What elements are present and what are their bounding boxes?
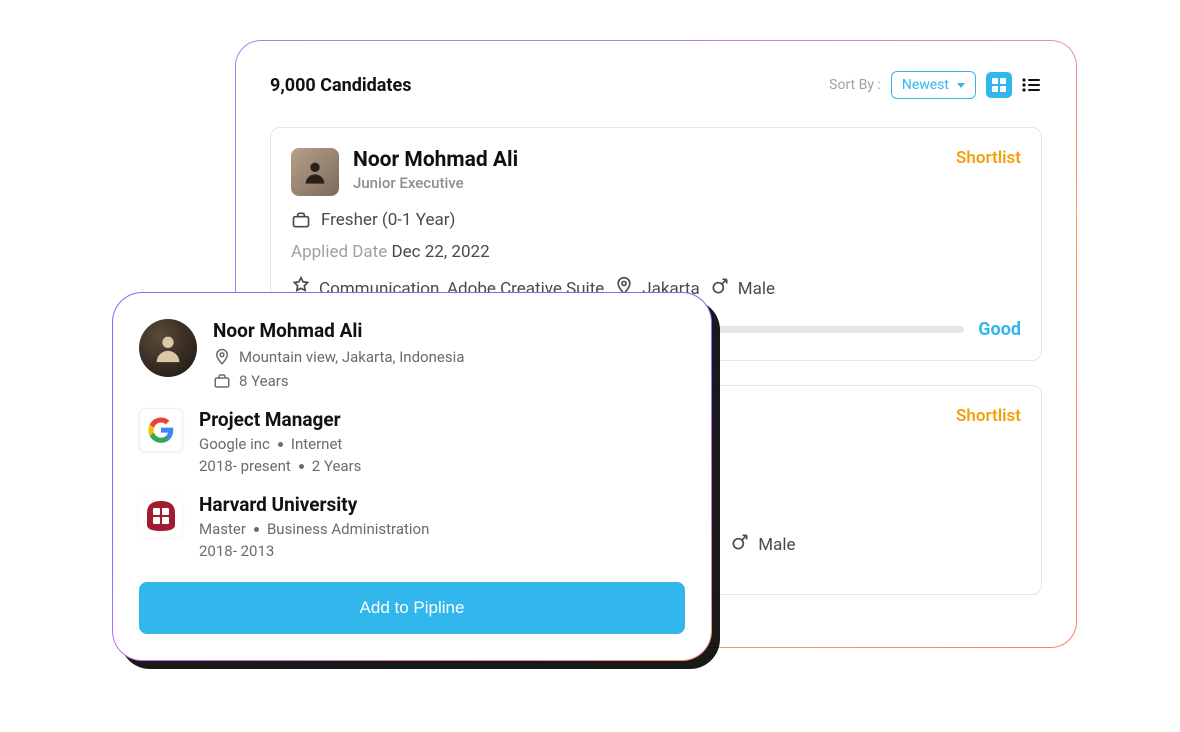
popup-location: Mountain view, Jakarta, Indonesia xyxy=(239,348,464,366)
avatar xyxy=(291,148,339,196)
meta-row: a Male xyxy=(701,532,796,557)
dot-separator-icon xyxy=(278,442,283,447)
popup-location-row: Mountain view, Jakarta, Indonesia xyxy=(213,348,685,366)
experience-row: Fresher (0-1 Year) xyxy=(291,210,1021,230)
job-company-row: Google inc Internet xyxy=(199,435,361,453)
popup-header: Noor Mohmad Ali Mountain view, Jakarta, … xyxy=(139,319,685,390)
school-name: Harvard University xyxy=(199,493,429,516)
candidate-detail-popup: Noor Mohmad Ali Mountain view, Jakarta, … xyxy=(112,292,712,661)
degree: Master xyxy=(199,520,246,538)
sort-value: Newest xyxy=(902,77,949,93)
popup-name: Noor Mohmad Ali xyxy=(213,319,685,342)
job-section: Project Manager Google inc Internet 2018… xyxy=(139,408,685,475)
gender-item: Male xyxy=(710,276,775,301)
job-period: 2018- present xyxy=(199,457,291,475)
applied-label: Applied Date xyxy=(291,242,387,262)
avatar xyxy=(139,319,197,377)
gender-text: Male xyxy=(738,279,775,299)
education-section: Harvard University Master Business Admin… xyxy=(139,493,685,560)
briefcase-icon xyxy=(291,210,311,230)
applied-date-row: Applied Date Dec 22, 2022 xyxy=(291,242,1021,262)
edu-period-row: 2018- 2013 xyxy=(199,542,429,560)
male-icon xyxy=(730,532,750,557)
shortlist-button[interactable]: Shortlist xyxy=(956,406,1021,426)
header-controls: Sort By : Newest xyxy=(829,71,1042,99)
location-pin-icon xyxy=(213,348,231,366)
add-to-pipeline-button[interactable]: Add to Pipline xyxy=(139,582,685,634)
score-label: Good xyxy=(978,319,1021,340)
edu-period: 2018- 2013 xyxy=(199,542,274,560)
candidate-title: Junior Executive xyxy=(353,174,518,192)
shortlist-button[interactable]: Shortlist xyxy=(956,148,1021,168)
gender-item: Male xyxy=(730,532,795,557)
gender-text: Male xyxy=(758,535,795,555)
school-logo xyxy=(139,493,183,537)
dot-separator-icon xyxy=(299,464,304,469)
job-duration: 2 Years xyxy=(312,457,362,475)
chevron-down-icon xyxy=(957,83,965,88)
job-title: Project Manager xyxy=(199,408,361,431)
grid-view-icon[interactable] xyxy=(986,72,1012,98)
popup-body: Noor Mohmad Ali Mountain view, Jakarta, … xyxy=(113,293,711,660)
applied-date: Dec 22, 2022 xyxy=(391,242,489,262)
popup-experience: 8 Years xyxy=(239,372,289,390)
popup-experience-row: 8 Years xyxy=(213,372,685,390)
view-toggle xyxy=(986,72,1042,98)
company-logo xyxy=(139,408,183,452)
candidate-count: 9,000 Candidates xyxy=(270,75,411,96)
sort-dropdown[interactable]: Newest xyxy=(891,71,976,99)
briefcase-icon xyxy=(213,372,231,390)
job-industry: Internet xyxy=(291,435,342,453)
field: Business Administration xyxy=(267,520,429,538)
degree-row: Master Business Administration xyxy=(199,520,429,538)
card-identity: Noor Mohmad Ali Junior Executive xyxy=(291,148,518,196)
candidate-name: Noor Mohmad Ali xyxy=(353,148,518,172)
male-icon xyxy=(710,276,730,301)
card-header: Noor Mohmad Ali Junior Executive Shortli… xyxy=(291,148,1021,196)
job-company: Google inc xyxy=(199,435,270,453)
job-period-row: 2018- present 2 Years xyxy=(199,457,361,475)
experience-text: Fresher (0-1 Year) xyxy=(321,210,455,230)
list-view-icon[interactable] xyxy=(1020,74,1042,96)
sort-by-label: Sort By : xyxy=(829,77,881,93)
panel-header: 9,000 Candidates Sort By : Newest xyxy=(270,71,1042,99)
dot-separator-icon xyxy=(254,527,259,532)
